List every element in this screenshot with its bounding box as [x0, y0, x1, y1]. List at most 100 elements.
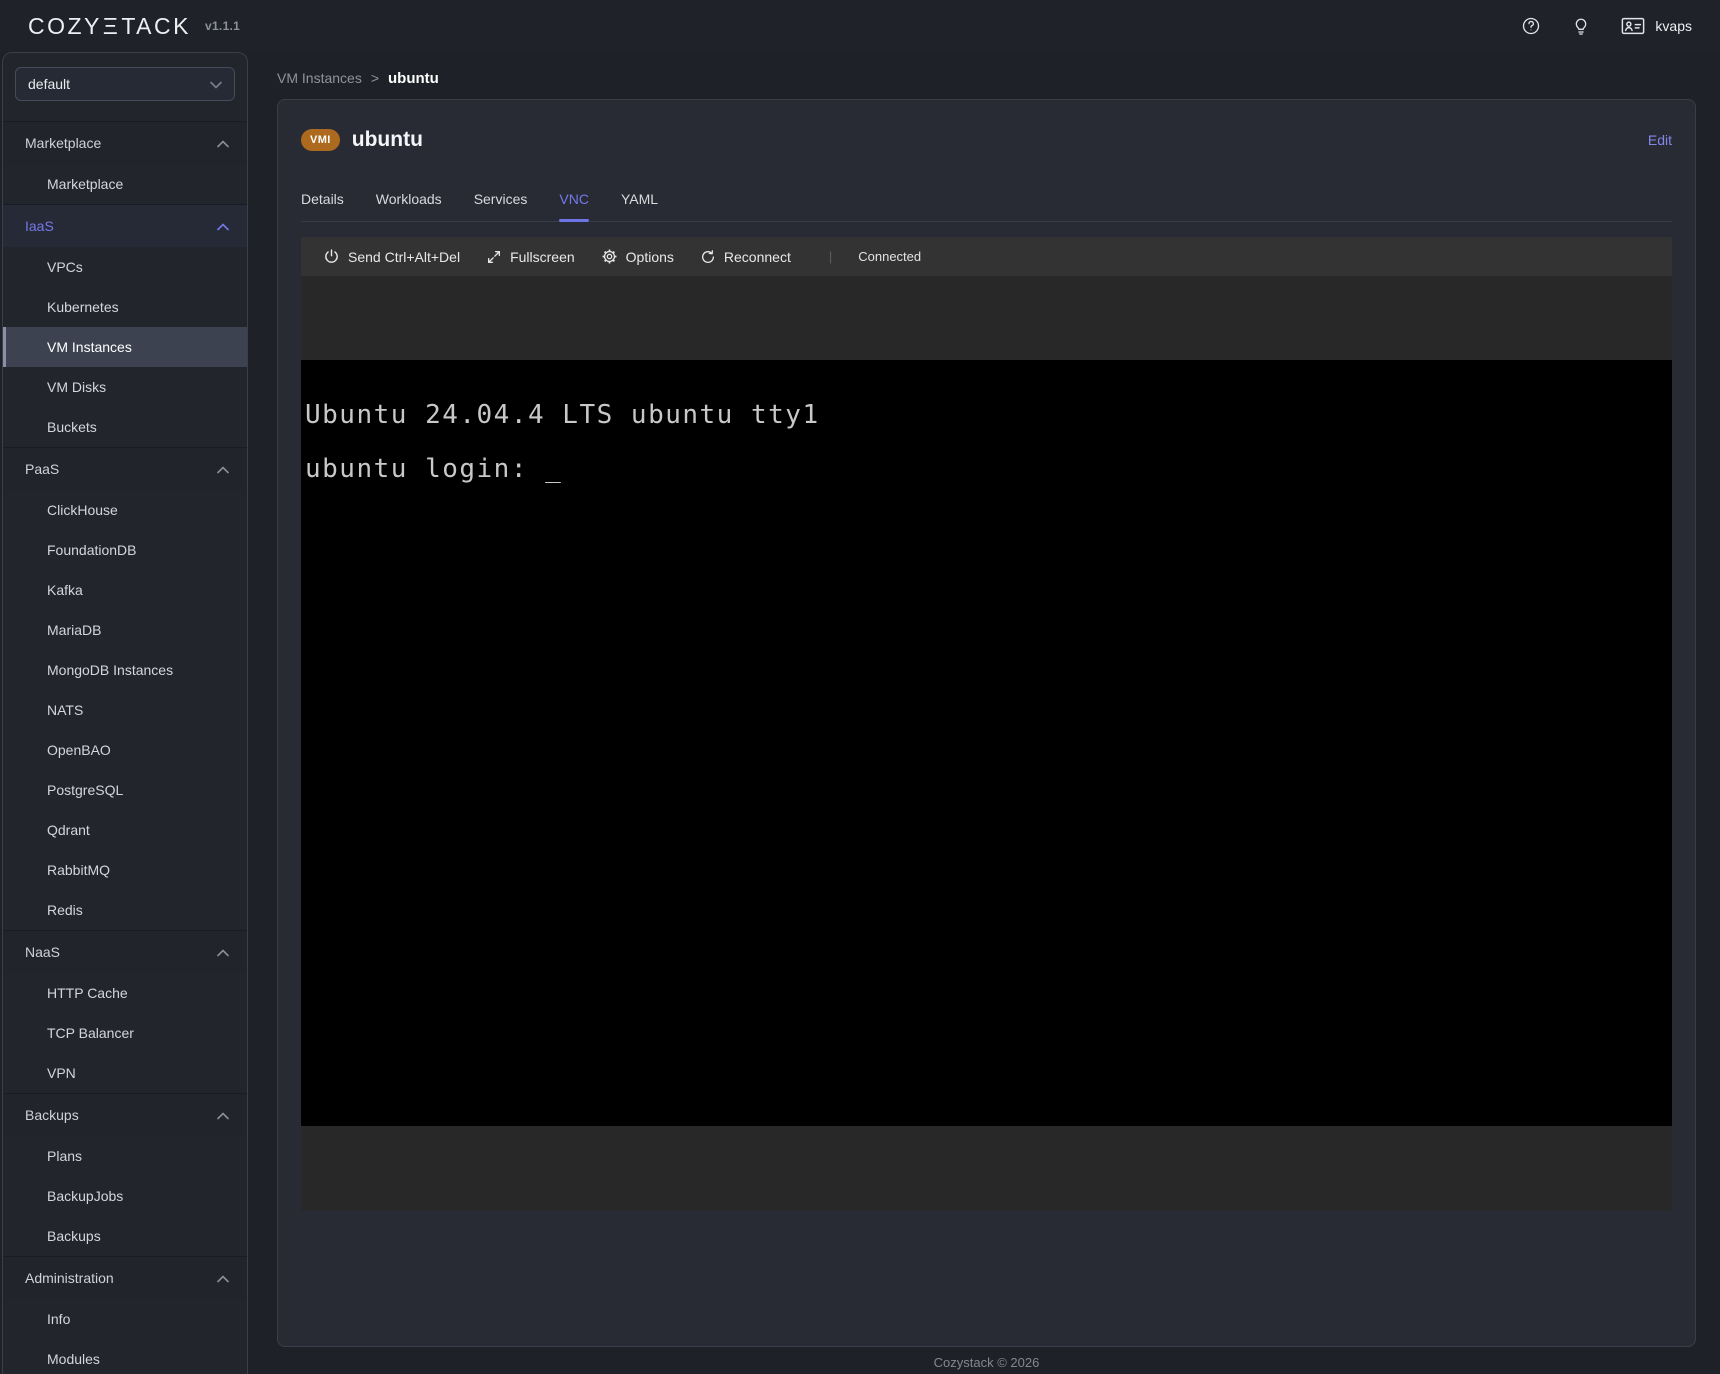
help-icon[interactable]	[1521, 16, 1541, 36]
sidebar-item-label: Qdrant	[47, 822, 90, 838]
sidebar-item-label: Redis	[47, 902, 83, 918]
tab-details[interactable]: Details	[301, 190, 344, 221]
sidebar-item-label: PostgreSQL	[47, 782, 123, 798]
gear-icon	[601, 248, 618, 265]
topbar: COZYΞTACK v1.1.1	[0, 0, 1720, 52]
sidebar-item-label: VPCs	[47, 259, 83, 275]
reconnect-button[interactable]: Reconnect	[700, 249, 791, 265]
fullscreen-label: Fullscreen	[510, 249, 575, 265]
sidebar-item-label: TCP Balancer	[47, 1025, 134, 1041]
sidebar-item-label: Marketplace	[47, 176, 123, 192]
logo-text-left: COZY	[28, 13, 102, 40]
sidebar-item-rabbitmq[interactable]: RabbitMQ	[3, 850, 247, 890]
breadcrumb-parent[interactable]: VM Instances	[277, 70, 362, 86]
section-label: PaaS	[25, 461, 59, 477]
sidebar-item-buckets[interactable]: Buckets	[3, 407, 247, 447]
options-button[interactable]: Options	[601, 248, 674, 265]
sidebar-item-clickhouse[interactable]: ClickHouse	[3, 490, 247, 530]
tab-workloads[interactable]: Workloads	[376, 190, 442, 221]
logo-text-right: TACK	[121, 13, 191, 40]
breadcrumb-separator: >	[371, 70, 379, 86]
vnc-panel: Send Ctrl+Alt+Del Fullscreen	[301, 237, 1672, 1210]
sidebar-item-label: FoundationDB	[47, 542, 137, 558]
sidebar-section-backups: Backups Plans BackupJobs Backups	[3, 1093, 247, 1256]
breadcrumb: VM Instances > ubuntu	[277, 66, 1696, 90]
chevron-up-icon	[217, 218, 229, 234]
sidebar: default Marketplace Marketplace IaaS VPCs Ku…	[2, 52, 248, 1374]
sidebar-item-info[interactable]: Info	[3, 1299, 247, 1339]
tab-services[interactable]: Services	[474, 190, 528, 221]
sidebar-item-label: VPN	[47, 1065, 76, 1081]
sidebar-item-label: VM Disks	[47, 379, 106, 395]
terminal-line: ubuntu login: _	[305, 456, 1672, 483]
sidebar-item-kubernetes[interactable]: Kubernetes	[3, 287, 247, 327]
tab-vnc[interactable]: VNC	[559, 190, 589, 221]
sidebar-item-label: BackupJobs	[47, 1188, 123, 1204]
sidebar-item-label: MariaDB	[47, 622, 101, 638]
sidebar-item-mongodb-instances[interactable]: MongoDB Instances	[3, 650, 247, 690]
user-menu[interactable]: kvaps	[1621, 16, 1692, 36]
chevron-up-icon	[217, 944, 229, 960]
sidebar-item-label: Plans	[47, 1148, 82, 1164]
card-header: VMI ubuntu Edit	[301, 100, 1672, 154]
sidebar-item-mariadb[interactable]: MariaDB	[3, 610, 247, 650]
sidebar-item-http-cache[interactable]: HTTP Cache	[3, 973, 247, 1013]
reconnect-label: Reconnect	[724, 249, 791, 265]
sidebar-item-label: VM Instances	[47, 339, 132, 355]
sidebar-item-vpcs[interactable]: VPCs	[3, 247, 247, 287]
section-label: Administration	[25, 1270, 114, 1286]
section-header-paas[interactable]: PaaS	[3, 448, 247, 490]
sidebar-item-label: RabbitMQ	[47, 862, 110, 878]
breadcrumb-current: ubuntu	[388, 70, 439, 87]
sidebar-section-administration: Administration Info Modules	[3, 1256, 247, 1374]
section-header-backups[interactable]: Backups	[3, 1094, 247, 1136]
tab-yaml[interactable]: YAML	[621, 190, 658, 221]
sidebar-item-label: Info	[47, 1311, 70, 1327]
chevron-up-icon	[217, 1270, 229, 1286]
send-ctrl-alt-del-button[interactable]: Send Ctrl+Alt+Del	[323, 248, 460, 265]
tabs-bar: Details Workloads Services VNC YAML	[301, 190, 1672, 222]
sidebar-item-label: Buckets	[47, 419, 97, 435]
sidebar-item-kafka[interactable]: Kafka	[3, 570, 247, 610]
sidebar-item-postgresql[interactable]: PostgreSQL	[3, 770, 247, 810]
namespace-select-wrap: default	[3, 53, 247, 121]
terminal-line: Ubuntu 24.04.4 LTS ubuntu tty1	[305, 402, 1672, 429]
sidebar-item-redis[interactable]: Redis	[3, 890, 247, 930]
username: kvaps	[1655, 18, 1692, 34]
sidebar-item-backupjobs[interactable]: BackupJobs	[3, 1176, 247, 1216]
terminal-line	[305, 429, 1672, 456]
section-header-iaas[interactable]: IaaS	[3, 205, 247, 247]
sidebar-item-label: HTTP Cache	[47, 985, 128, 1001]
sidebar-item-qdrant[interactable]: Qdrant	[3, 810, 247, 850]
lightbulb-icon[interactable]	[1571, 16, 1591, 36]
page-title: ubuntu	[352, 128, 423, 152]
footer: Cozystack © 2026	[277, 1355, 1696, 1370]
send-ctrl-alt-del-label: Send Ctrl+Alt+Del	[348, 249, 460, 265]
sidebar-item-vm-instances[interactable]: VM Instances	[3, 327, 247, 367]
sidebar-section-marketplace: Marketplace Marketplace	[3, 121, 247, 204]
section-header-marketplace[interactable]: Marketplace	[3, 122, 247, 164]
chevron-down-icon	[210, 76, 222, 92]
vnc-console[interactable]: Ubuntu 24.04.4 LTS ubuntu tty1 ubuntu log…	[301, 360, 1672, 1126]
sidebar-item-foundationdb[interactable]: FoundationDB	[3, 530, 247, 570]
sidebar-item-vm-disks[interactable]: VM Disks	[3, 367, 247, 407]
vnc-toolbar: Send Ctrl+Alt+Del Fullscreen	[301, 237, 1672, 276]
sidebar-item-modules[interactable]: Modules	[3, 1339, 247, 1374]
edit-button[interactable]: Edit	[1648, 132, 1672, 148]
sidebar-item-nats[interactable]: NATS	[3, 690, 247, 730]
sidebar-item-label: Kafka	[47, 582, 83, 598]
sidebar-item-backups[interactable]: Backups	[3, 1216, 247, 1256]
sidebar-item-openbao[interactable]: OpenBAO	[3, 730, 247, 770]
sidebar-item-tcp-balancer[interactable]: TCP Balancer	[3, 1013, 247, 1053]
namespace-select[interactable]: default	[15, 67, 235, 101]
sidebar-item-plans[interactable]: Plans	[3, 1136, 247, 1176]
fullscreen-button[interactable]: Fullscreen	[486, 249, 575, 265]
sidebar-item-marketplace[interactable]: Marketplace	[3, 164, 247, 204]
section-header-administration[interactable]: Administration	[3, 1257, 247, 1299]
fullscreen-icon	[486, 249, 502, 265]
section-header-naas[interactable]: NaaS	[3, 931, 247, 973]
sidebar-item-vpn[interactable]: VPN	[3, 1053, 247, 1093]
sidebar-sections: Marketplace Marketplace IaaS VPCs Kubernetes…	[3, 121, 247, 1374]
section-label: IaaS	[25, 218, 54, 234]
main-content: VM Instances > ubuntu VMI ubuntu Edit De…	[250, 52, 1720, 1374]
